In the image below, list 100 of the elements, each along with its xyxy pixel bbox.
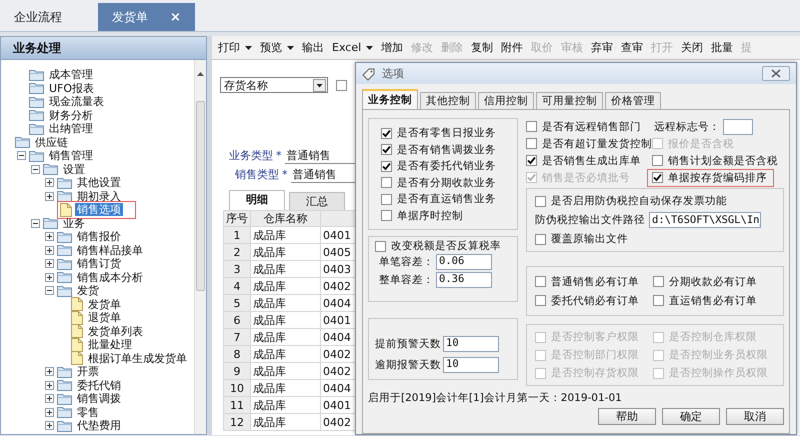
tree-item[interactable]: 零售 (75, 406, 101, 419)
tab[interactable]: 汇总 (289, 192, 345, 210)
tree-item[interactable]: 发货单列表 (86, 324, 145, 338)
tree-item[interactable]: 退货单 (86, 311, 123, 324)
dialog-button[interactable]: 确定 (662, 408, 720, 425)
tab[interactable]: 信用控制 (478, 92, 534, 109)
toolbar-button[interactable]: 增加 (377, 38, 408, 58)
toolbar-button[interactable]: 预览 (256, 38, 298, 58)
input-field[interactable]: 10 (443, 336, 499, 352)
input-field[interactable]: 0.06 (436, 254, 492, 270)
tree-item[interactable]: 销售管理 (47, 149, 95, 162)
tab[interactable]: 价格管理 (605, 92, 661, 109)
tree-item[interactable]: 销售报价 (75, 230, 123, 244)
toolbar-button[interactable]: 打印 (214, 38, 256, 58)
toolbar-button[interactable]: 复制 (467, 38, 498, 58)
plus-box-icon[interactable] (45, 421, 54, 430)
toolbar-button[interactable]: 查审 (617, 38, 648, 58)
tree-item[interactable]: 销售选项 (75, 203, 123, 216)
minus-box-icon[interactable] (31, 164, 40, 174)
tree-item[interactable]: 现金流量表 (47, 95, 106, 108)
tree-item[interactable]: 代垫费用 (75, 419, 123, 432)
tree-item[interactable]: 期初录入 (75, 190, 123, 203)
tree-item[interactable]: 财务分析 (47, 108, 95, 122)
document-tab[interactable]: 发货单 × (98, 3, 195, 31)
tab[interactable]: 业务控制 (362, 89, 418, 109)
checkbox[interactable] (652, 172, 663, 183)
checkbox[interactable] (653, 295, 664, 306)
checkbox[interactable] (381, 128, 392, 139)
checkbox[interactable] (653, 276, 664, 287)
checkbox[interactable] (381, 210, 392, 222)
tree-item[interactable]: 供应链 (33, 136, 70, 149)
input-field[interactable]: 0.36 (436, 272, 492, 288)
close-icon[interactable] (771, 69, 781, 78)
row-number: 8 (224, 346, 250, 362)
input-field[interactable]: d:\T6SOFT\XSGL\In (649, 212, 761, 228)
tree-item[interactable]: 业务 (61, 216, 87, 230)
plus-box-icon[interactable] (45, 232, 54, 242)
tree-item[interactable]: 成本管理 (47, 68, 95, 82)
checkbox[interactable] (336, 80, 347, 90)
plus-box-icon[interactable] (45, 178, 54, 188)
plus-box-icon[interactable] (45, 272, 54, 282)
filter-dropdown[interactable]: 存货名称 (220, 77, 328, 93)
plus-box-icon[interactable] (45, 408, 54, 417)
tree-item[interactable]: 根据订单生成发货单 (86, 352, 189, 365)
close-button[interactable] (762, 66, 790, 81)
checkbox[interactable] (381, 194, 392, 205)
tree-item[interactable]: 发货单 (86, 298, 123, 311)
scrollbar-thumb[interactable] (196, 101, 205, 291)
tree-item[interactable]: 发货 (75, 284, 101, 298)
checkbox[interactable] (535, 276, 546, 287)
checkbox[interactable] (535, 196, 546, 206)
toolbar-button[interactable]: 批量 (707, 38, 738, 58)
toolbar-button[interactable]: Excel (328, 38, 378, 58)
tree-item[interactable]: UFO报表 (47, 82, 96, 95)
checkbox[interactable] (381, 144, 392, 156)
close-button[interactable]: × (170, 10, 181, 24)
tree-item[interactable]: 销售订货 (75, 257, 123, 270)
tree-item[interactable]: 销售调拨 (75, 392, 123, 406)
scroll-up-icon[interactable] (197, 72, 204, 76)
plus-box-icon[interactable] (45, 367, 54, 376)
toolbar-button[interactable]: 弃审 (587, 38, 618, 58)
checkbox[interactable] (526, 155, 537, 166)
tree-item[interactable]: 销售样品接单 (75, 244, 145, 257)
checkbox[interactable] (526, 138, 537, 149)
toolbar-button[interactable]: 关闭 (677, 38, 708, 58)
plus-box-icon[interactable] (45, 259, 54, 268)
plus-box-icon[interactable] (45, 380, 54, 390)
plus-box-icon[interactable] (45, 246, 54, 255)
input-field[interactable] (723, 118, 753, 134)
tab[interactable]: 可用量控制 (536, 92, 603, 109)
tree-item[interactable]: 批量处理 (86, 338, 134, 352)
minus-box-icon[interactable] (45, 286, 54, 296)
checkbox[interactable] (535, 295, 546, 306)
tab[interactable]: 其他控制 (420, 92, 476, 109)
tree-item[interactable]: 设置 (61, 162, 87, 176)
checkbox[interactable] (381, 160, 392, 172)
checkbox[interactable] (535, 234, 546, 244)
checkbox[interactable] (375, 240, 386, 252)
minus-box-icon[interactable] (31, 218, 40, 228)
checkbox[interactable] (381, 177, 392, 188)
dialog-button[interactable]: 取消 (726, 408, 784, 425)
document-tab[interactable]: 企业流程 (6, 3, 70, 31)
tab[interactable]: 明细 (229, 190, 285, 210)
checkbox-label: 普通销售必有订单 (551, 274, 639, 288)
plus-box-icon[interactable] (45, 192, 54, 201)
tree-item[interactable]: 其他设置 (75, 176, 123, 190)
tree-item[interactable]: 出纳管理 (47, 122, 95, 136)
input-field[interactable]: 10 (443, 357, 499, 373)
tree-item[interactable]: 开票 (75, 365, 101, 378)
dialog-button[interactable]: 帮助 (598, 408, 656, 425)
tree-item[interactable]: 销售成本分析 (75, 270, 145, 284)
toolbar-button[interactable]: 附件 (497, 38, 528, 58)
plus-box-icon[interactable] (45, 394, 54, 404)
tree-item[interactable]: 委托代销 (75, 378, 123, 392)
folder-icon (57, 392, 72, 405)
scrollbar[interactable] (194, 60, 206, 434)
minus-box-icon[interactable] (17, 151, 26, 160)
checkbox[interactable] (526, 121, 537, 132)
checkbox[interactable] (652, 155, 663, 166)
toolbar-button[interactable]: 输出 (298, 38, 328, 58)
